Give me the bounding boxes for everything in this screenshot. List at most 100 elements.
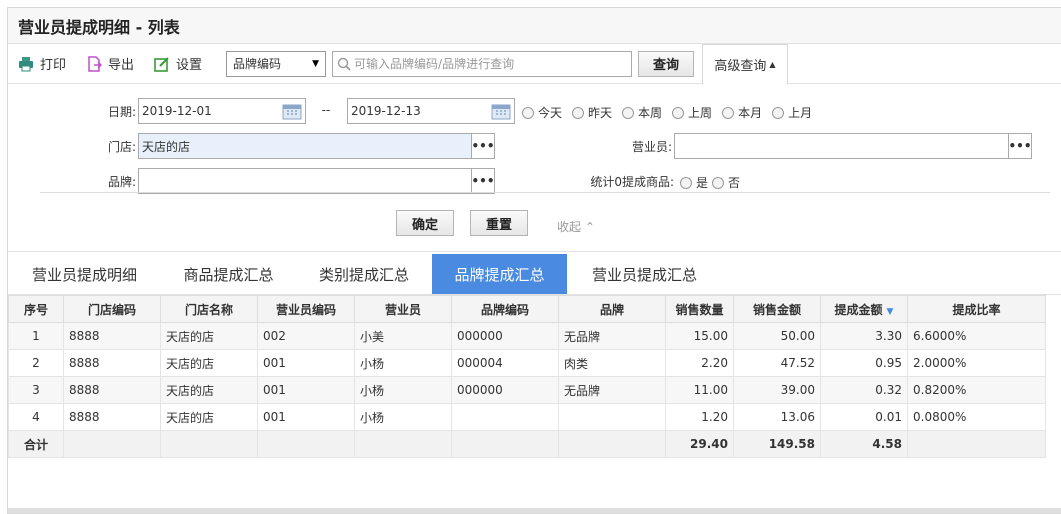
radio-yes[interactable]: 是 (680, 174, 708, 191)
total-cell (354, 430, 452, 458)
table-cell: 0.32 (820, 376, 908, 404)
query-button[interactable]: 查询 (638, 50, 695, 77)
collapse-label: 收起 (557, 220, 582, 234)
radio-icon (722, 106, 735, 119)
date-to-field[interactable]: 2019-12-13 (347, 98, 515, 124)
col-header-label: 提成金额 (834, 302, 883, 317)
advanced-query-label: 高级查询 (714, 59, 767, 74)
total-cell (907, 430, 1046, 458)
radio-this-month[interactable]: 本月 (722, 104, 762, 121)
table-row[interactable]: 4 8888 天店的店 001 小杨 1.20 13.06 0.01 0.0800% (8, 403, 1046, 431)
tab-salesperson-detail[interactable]: 营业员提成明细 (8, 254, 161, 294)
table-cell: 天店的店 (160, 322, 258, 350)
calendar-icon[interactable] (491, 102, 511, 120)
radio-icon (772, 106, 785, 119)
search-box (332, 50, 633, 77)
salesperson-field[interactable]: ••• (674, 133, 1032, 159)
table-cell: 001 (257, 403, 355, 431)
col-header[interactable]: 销售金额 (733, 295, 821, 323)
table-cell: 001 (257, 376, 355, 404)
calendar-icon[interactable] (282, 102, 302, 120)
horizontal-scrollbar[interactable] (8, 508, 1061, 513)
tab-product-summary[interactable]: 商品提成汇总 (161, 254, 296, 294)
date-from-field[interactable]: 2019-12-01 (138, 98, 306, 124)
table-row[interactable]: 3 8888 天店的店 001 小杨 000000 无品牌 11.00 39.00 0.32 0.8… (8, 376, 1046, 404)
table-cell: 0.8200% (907, 376, 1046, 404)
table-cell: 1.20 (665, 403, 734, 431)
chevron-up-icon: ⌃ (584, 220, 595, 234)
caret-up-icon: ▲ (769, 60, 776, 69)
toolbar: 打印 导出 设置 品牌编码 ▼ 查询 (8, 44, 1061, 85)
col-header[interactable]: 提成比率 (907, 295, 1046, 323)
col-header[interactable]: 门店编码 (63, 295, 161, 323)
zero-commission-radios: 是 否 (680, 174, 750, 191)
table-row[interactable]: 1 8888 天店的店 002 小美 000000 无品牌 15.00 50.00 3.30 6.6… (8, 322, 1046, 350)
table-cell: 小杨 (354, 376, 452, 404)
col-header[interactable]: 营业员 (354, 295, 452, 323)
tab-brand-summary[interactable]: 品牌提成汇总 (432, 254, 567, 294)
brand-picker-button[interactable]: ••• (471, 169, 495, 193)
col-header[interactable]: 序号 (8, 295, 64, 323)
total-cell (63, 430, 161, 458)
radio-label: 是 (696, 176, 709, 190)
col-header[interactable]: 营业员编码 (257, 295, 355, 323)
export-button[interactable]: 导出 (86, 54, 134, 73)
advanced-query-tab[interactable]: 高级查询 ▲ (702, 44, 788, 85)
total-cell (257, 430, 355, 458)
report-tabs: 营业员提成明细 商品提成汇总 类别提成汇总 品牌提成汇总 营业员提成汇总 (8, 254, 1061, 295)
print-label: 打印 (40, 58, 67, 73)
reset-button[interactable]: 重置 (470, 210, 528, 236)
store-label: 门店: (107, 140, 136, 154)
table-cell: 50.00 (733, 322, 821, 350)
edit-icon (154, 56, 169, 72)
table-header-row: 序号 门店编码 门店名称 营业员编码 营业员 品牌编码 品牌 销售数量 销售金额… (8, 295, 1046, 323)
salesperson-picker-button[interactable]: ••• (1008, 134, 1032, 158)
radio-yesterday[interactable]: 昨天 (572, 104, 612, 121)
table-row[interactable]: 2 8888 天店的店 001 小杨 000004 肉类 2.20 47.52 0.95 2.000… (8, 349, 1046, 377)
search-field-value: 品牌编码 (233, 57, 282, 71)
table-cell (451, 403, 559, 431)
radio-no[interactable]: 否 (712, 174, 740, 191)
radio-icon (572, 106, 585, 119)
store-field[interactable]: 天店的店 ••• (138, 133, 495, 159)
table-cell: 8888 (63, 403, 161, 431)
store-picker-button[interactable]: ••• (471, 134, 495, 158)
tab-category-summary[interactable]: 类别提成汇总 (296, 254, 432, 294)
settings-label: 设置 (176, 58, 203, 73)
table-cell: 小杨 (354, 349, 452, 377)
radio-label: 今天 (538, 106, 563, 120)
export-icon (88, 55, 103, 72)
brand-label: 品牌: (107, 175, 136, 189)
search-field-select[interactable]: 品牌编码 ▼ (226, 50, 327, 77)
radio-label: 本周 (638, 106, 663, 120)
export-label: 导出 (108, 58, 135, 73)
brand-field[interactable]: ••• (138, 168, 495, 194)
total-cell: 合计 (8, 430, 64, 458)
store-value: 天店的店 (142, 139, 191, 154)
col-header[interactable]: 品牌 (558, 295, 666, 323)
col-header-sorted[interactable]: 提成金额 ▼ (820, 295, 908, 323)
table-cell: 小杨 (354, 403, 452, 431)
date-to-value: 2019-12-13 (351, 104, 421, 118)
settings-button[interactable]: 设置 (154, 54, 202, 73)
radio-this-week[interactable]: 本周 (622, 104, 662, 121)
search-icon (337, 57, 351, 71)
col-header[interactable]: 销售数量 (665, 295, 734, 323)
col-header[interactable]: 门店名称 (160, 295, 258, 323)
radio-last-week[interactable]: 上周 (672, 104, 712, 121)
radio-today[interactable]: 今天 (522, 104, 562, 121)
search-input[interactable] (354, 56, 632, 71)
total-cell (451, 430, 559, 458)
col-header[interactable]: 品牌编码 (451, 295, 559, 323)
table-cell: 001 (257, 349, 355, 377)
page-title: 营业员提成明细 - 列表 (18, 17, 180, 37)
print-button[interactable]: 打印 (18, 54, 66, 73)
radio-last-month[interactable]: 上月 (772, 104, 812, 121)
table-cell: 000000 (451, 376, 559, 404)
tab-salesperson-summary[interactable]: 营业员提成汇总 (567, 254, 722, 294)
confirm-button[interactable]: 确定 (396, 210, 454, 236)
radio-label: 上周 (688, 106, 713, 120)
total-cell (558, 430, 666, 458)
collapse-link[interactable]: 收起 ⌃ (557, 218, 595, 235)
table-cell: 3.30 (820, 322, 908, 350)
